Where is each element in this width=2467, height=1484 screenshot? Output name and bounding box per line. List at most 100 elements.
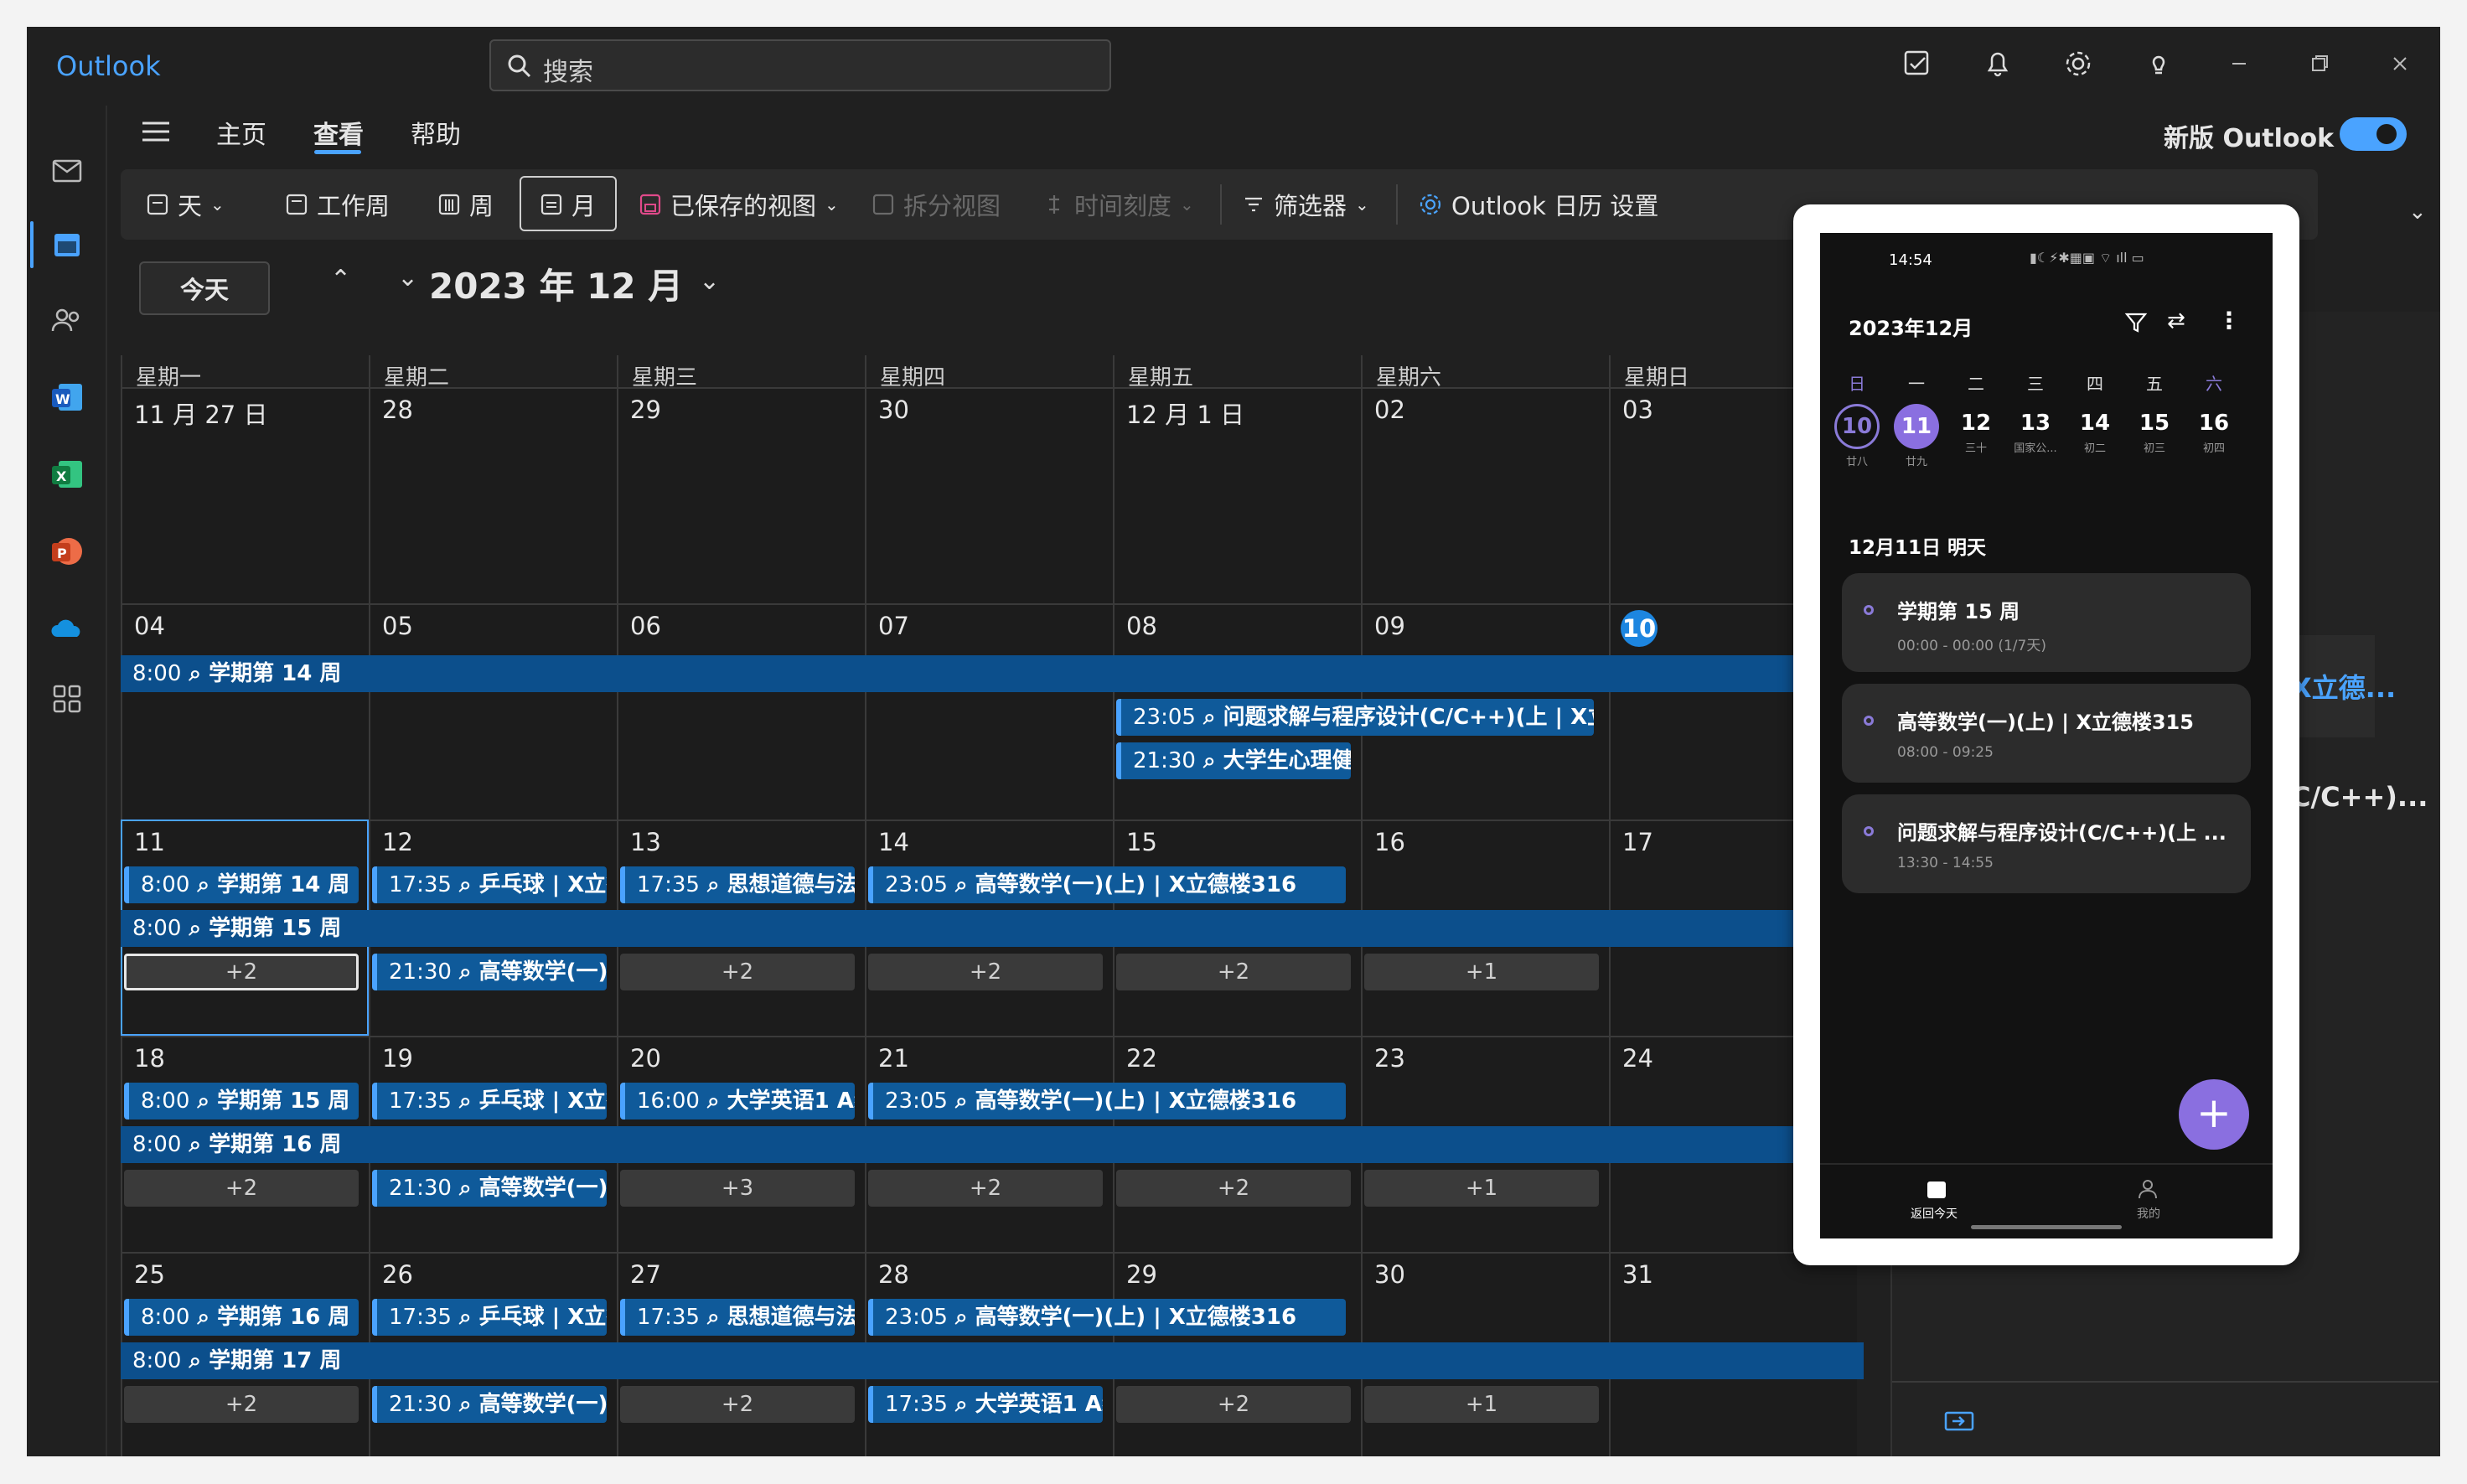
word-icon[interactable]: W: [42, 372, 92, 422]
calendar-event[interactable]: 23:05 ⌕ 高等数学(一)(上) | X立德楼316: [868, 1083, 1346, 1119]
mail-icon[interactable]: [42, 146, 92, 196]
phone-date[interactable]: 12 三十: [1951, 411, 2001, 455]
hamburger-icon[interactable]: [141, 119, 171, 147]
more-events-button[interactable]: +2: [1116, 1386, 1351, 1423]
calendar-event[interactable]: 8:00 ⌕ 学期第 16 周: [121, 1126, 1864, 1163]
calendar-event[interactable]: 8:00 ⌕ 学期第 15 周: [124, 1083, 359, 1119]
split-view-button[interactable]: 拆分视图: [871, 184, 1001, 225]
phone-profile-icon[interactable]: [2137, 1178, 2159, 1200]
collapse-pane-icon[interactable]: [1944, 1409, 1974, 1433]
previous-month-chevron-icon[interactable]: ⌃: [330, 265, 351, 294]
more-events-button[interactable]: +1: [1364, 1386, 1599, 1423]
phone-today-icon[interactable]: [1926, 1178, 1947, 1200]
time-scale-button[interactable]: 时间刻度 ⌄: [1042, 184, 1194, 225]
more-events-button[interactable]: +2: [124, 1386, 359, 1423]
month-button[interactable]: 月: [540, 184, 596, 225]
minimize-icon[interactable]: [2222, 47, 2256, 80]
calendar-event[interactable]: 8:00 ⌕ 学期第 14 周: [121, 655, 1864, 692]
event-time: 17:35: [389, 1088, 452, 1114]
phone-filter-icon[interactable]: [2123, 310, 2149, 335]
phone-more-icon[interactable]: ⋮: [2217, 307, 2241, 334]
calendar-event[interactable]: 23:05 ⌕ 问题求解与程序设计(C/C++)(上 | X立德楼: [1116, 699, 1594, 736]
phone-nav-me[interactable]: 我的: [2137, 1205, 2160, 1222]
phone-swap-icon[interactable]: ⇄: [2167, 308, 2185, 334]
powerpoint-icon[interactable]: P: [42, 526, 92, 577]
calendar-event[interactable]: 8:00 ⌕ 学期第 14 周: [124, 866, 359, 903]
calendar-event[interactable]: 17:35 ⌕ 乒乓球 | X立德: [372, 1299, 607, 1336]
phone-date[interactable]: 16 初四: [2189, 411, 2239, 455]
my-day-icon[interactable]: [1901, 47, 1934, 80]
more-events-button[interactable]: +3: [620, 1170, 855, 1207]
phone-date[interactable]: 10 廿八: [1832, 404, 1882, 468]
phone-weekday: 三: [2027, 374, 2044, 394]
calendar-event[interactable]: 23:05 ⌕ 高等数学(一)(上) | X立德楼316: [868, 1299, 1346, 1336]
lightbulb-icon[interactable]: [2142, 47, 2175, 80]
calendar-event[interactable]: 17:35 ⌕ 大学英语1 A组: [868, 1386, 1103, 1423]
calendar-event[interactable]: 17:35 ⌕ 思想道德与法治: [620, 866, 855, 903]
more-events-button[interactable]: +2: [1116, 1170, 1351, 1207]
phone-event-card[interactable]: 高等数学(一)(上) | X立德楼315 08:00 - 09:25: [1842, 684, 2251, 783]
week-button[interactable]: 周: [437, 184, 494, 225]
excel-icon[interactable]: X: [42, 449, 92, 499]
split-view-label: 拆分视图: [903, 192, 1001, 220]
filter-button[interactable]: 筛选器 ⌄: [1242, 184, 1369, 225]
calendar-event[interactable]: 8:00 ⌕ 学期第 17 周: [121, 1342, 1864, 1379]
calendar-event[interactable]: 8:00 ⌕ 学期第 15 周: [121, 910, 1864, 947]
phone-date[interactable]: 14 初二: [2070, 411, 2120, 455]
month-picker-chevron-icon[interactable]: ⌄: [699, 266, 720, 296]
apps-icon[interactable]: [42, 674, 92, 724]
more-events-button[interactable]: +2: [868, 1170, 1103, 1207]
calendar-event[interactable]: 17:35 ⌕ 乒乓球 | X立德: [372, 866, 607, 903]
calendar-event[interactable]: 21:30 ⌕ 大学生心理健康: [1116, 742, 1351, 779]
search-box[interactable]: 搜索: [489, 39, 1111, 91]
event-icon: ⌕: [947, 1305, 975, 1330]
more-events-button[interactable]: +2: [868, 954, 1103, 990]
phone-event-card[interactable]: 问题求解与程序设计(C/C++)(上 ... 13:30 - 14:55: [1842, 794, 2251, 893]
day-view-button[interactable]: 天 ⌄: [146, 184, 225, 225]
calendar-event[interactable]: 16:00 ⌕ 大学英语1 A组: [620, 1083, 855, 1119]
tab-view[interactable]: 查看: [313, 114, 364, 151]
status-icons: ▮☾⚡✱▦▣ ⌔ ıll ▭: [2030, 250, 2144, 266]
phone-nav-today[interactable]: 返回今天: [1911, 1205, 1958, 1222]
add-event-fab[interactable]: +: [2179, 1079, 2249, 1150]
more-events-button[interactable]: +1: [1364, 954, 1599, 990]
more-events-button[interactable]: +2: [124, 1170, 359, 1207]
more-events-button[interactable]: +2: [1116, 954, 1351, 990]
calendar-event[interactable]: 17:35 ⌕ 乒乓球 | X立德: [372, 1083, 607, 1119]
phone-date-number: 13: [2020, 411, 2051, 436]
tab-help[interactable]: 帮助: [411, 114, 461, 151]
tab-home[interactable]: 主页: [216, 114, 266, 151]
more-events-button[interactable]: +1: [1364, 1170, 1599, 1207]
toolbar-expand-chevron-icon[interactable]: ⌄: [2408, 199, 2427, 225]
restore-icon[interactable]: [2303, 47, 2336, 80]
work-week-button[interactable]: 工作周: [285, 184, 390, 225]
onedrive-icon[interactable]: [42, 603, 92, 654]
phone-weekday: 六: [2206, 374, 2222, 394]
event-icon: ⌕: [181, 1132, 209, 1157]
calendar-icon[interactable]: [42, 220, 92, 270]
gear-icon[interactable]: [2061, 47, 2095, 80]
more-events-button[interactable]: +2: [620, 954, 855, 990]
saved-views-button[interactable]: 已保存的视图 ⌄: [639, 184, 839, 225]
search-input[interactable]: 搜索: [543, 51, 593, 88]
phone-date[interactable]: 11 廿九: [1891, 404, 1942, 468]
bell-icon[interactable]: [1981, 47, 2014, 80]
calendar-event[interactable]: 21:30 ⌕ 高等数学(一)(: [372, 1170, 607, 1207]
phone-date[interactable]: 15 初三: [2129, 411, 2180, 455]
calendar-event[interactable]: 8:00 ⌕ 学期第 16 周: [124, 1299, 359, 1336]
close-icon[interactable]: [2383, 47, 2417, 80]
phone-date[interactable]: 13 国家公...: [2010, 411, 2061, 455]
next-month-chevron-icon[interactable]: ⌄: [397, 263, 418, 292]
people-icon[interactable]: [42, 295, 92, 345]
new-outlook-toggle[interactable]: [2340, 117, 2407, 151]
event-time: 8:00: [141, 1088, 190, 1114]
calendar-event[interactable]: 21:30 ⌕ 高等数学(一)(: [372, 954, 607, 990]
today-button[interactable]: 今天: [139, 261, 270, 315]
more-events-button[interactable]: +2: [124, 954, 359, 990]
calendar-event[interactable]: 21:30 ⌕ 高等数学(一)(: [372, 1386, 607, 1423]
calendar-event[interactable]: 17:35 ⌕ 思想道德与法治: [620, 1299, 855, 1336]
calendar-event[interactable]: 23:05 ⌕ 高等数学(一)(上) | X立德楼316: [868, 866, 1346, 903]
calendar-settings-button[interactable]: Outlook 日历 设置: [1418, 184, 1658, 225]
more-events-button[interactable]: +2: [620, 1386, 855, 1423]
phone-event-card[interactable]: 学期第 15 周 00:00 - 00:00 (1/7天): [1842, 573, 2251, 672]
